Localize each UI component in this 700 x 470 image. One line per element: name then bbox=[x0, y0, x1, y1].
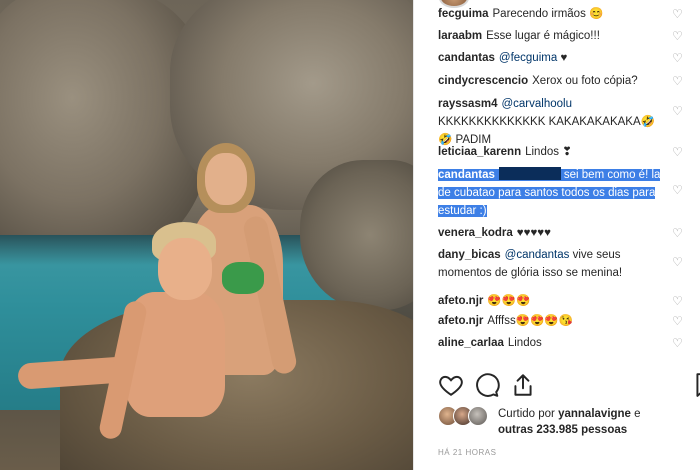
comment-bubble-icon[interactable] bbox=[474, 372, 500, 398]
comment-text: ♥ bbox=[560, 52, 568, 64]
liked-by-connector: e bbox=[634, 408, 641, 420]
comment-text: Lindos bbox=[507, 337, 542, 349]
heart-icon[interactable]: ♡ bbox=[672, 315, 684, 327]
comment-item: cindycrescencio Xerox ou foto cópia? ♡ bbox=[438, 72, 688, 95]
share-upload-icon[interactable] bbox=[510, 372, 536, 398]
heart-icon[interactable]: ♡ bbox=[672, 295, 684, 307]
comment-item: rayssasm4 @carvalhoolu KKKKKKKKKKKKKK KAK… bbox=[438, 95, 688, 146]
comment-item: afeto.njr Afffss😍😍😍😘 ♡ bbox=[438, 312, 688, 334]
comment-mention[interactable]: @candantas bbox=[505, 249, 570, 261]
comment-item: laraabm Esse lugar é mágico!!! ♡ bbox=[438, 27, 688, 49]
boy-face bbox=[158, 238, 212, 300]
comment-text: Xerox ou foto cópia? bbox=[532, 75, 638, 87]
heart-icon[interactable]: ♡ bbox=[672, 105, 684, 117]
comment-mention[interactable]: @carvalhoolu bbox=[501, 98, 572, 110]
likes-count[interactable]: outras 233.985 pessoas bbox=[498, 424, 627, 436]
comment-username[interactable]: candantas bbox=[438, 169, 495, 181]
liked-by-prefix: Curtido por bbox=[498, 408, 555, 420]
heart-icon[interactable]: ♡ bbox=[672, 337, 684, 349]
comment-username[interactable]: afeto.njr bbox=[438, 295, 483, 307]
comment-list: fecguima Parecendo irmãos 😊 ♡ laraabm Esse… bbox=[438, 8, 688, 354]
comment-username[interactable]: rayssasm4 bbox=[438, 98, 497, 110]
heart-icon[interactable]: ♡ bbox=[672, 227, 684, 239]
comment-username[interactable]: afeto.njr bbox=[438, 315, 483, 327]
heart-icon[interactable]: ♡ bbox=[672, 146, 684, 158]
likes-text: Curtido por yannalavigne e outras 233.98… bbox=[498, 406, 698, 438]
likes-summary[interactable]: Curtido por yannalavigne e outras 233.98… bbox=[438, 406, 698, 442]
comment-text: KKKKKKKKKKKKKK KAKAKAKAKAKA🤣🤣 PADIM bbox=[438, 116, 655, 146]
liker-avatars bbox=[438, 406, 498, 428]
comment-text: Lindos ❣ bbox=[525, 146, 572, 158]
woman-face bbox=[205, 153, 247, 205]
heart-icon[interactable]: ♡ bbox=[672, 52, 684, 64]
redaction-mark bbox=[498, 167, 561, 180]
heart-icon[interactable]: ♡ bbox=[672, 184, 684, 196]
comment-username[interactable]: candantas bbox=[438, 52, 495, 64]
comment-mention[interactable]: @fecguima bbox=[499, 52, 557, 64]
comment-item: afeto.njr 😍😍😍 ♡ bbox=[438, 292, 688, 312]
comment-text: Parecendo irmãos 😊 bbox=[492, 8, 604, 20]
comment-item: aline_carlaa Lindos ♡ bbox=[438, 334, 688, 354]
comment-text: Esse lugar é mágico!!! bbox=[486, 30, 600, 42]
post-actions-bar bbox=[438, 372, 700, 402]
comment-text: 😍😍😍 bbox=[487, 295, 531, 307]
comment-username[interactable]: aline_carlaa bbox=[438, 337, 504, 349]
heart-icon[interactable]: ♡ bbox=[672, 256, 684, 268]
post-timestamp: HÁ 21 HORAS bbox=[438, 448, 497, 457]
comment-username[interactable]: leticiaa_karenn bbox=[438, 146, 521, 158]
comment-item: candantas @fecguima ♥ ♡ bbox=[438, 49, 688, 72]
heart-outline-icon[interactable] bbox=[438, 372, 464, 398]
comment-username[interactable]: fecguima bbox=[438, 8, 489, 20]
comment-username[interactable]: dany_bicas bbox=[438, 249, 501, 261]
comment-item-selected: candantas sei bem como é! la de cubatao p… bbox=[438, 166, 688, 224]
heart-icon[interactable]: ♡ bbox=[672, 8, 684, 20]
comment-item: leticiaa_karenn Lindos ❣ ♡ bbox=[438, 143, 688, 166]
comment-text: ♥♥♥♥♥ bbox=[516, 227, 551, 239]
comment-item: fecguima Parecendo irmãos 😊 ♡ bbox=[438, 5, 688, 27]
comment-username[interactable]: laraabm bbox=[438, 30, 482, 42]
heart-icon[interactable]: ♡ bbox=[672, 75, 684, 87]
comment-username[interactable]: cindycrescencio bbox=[438, 75, 528, 87]
avatar bbox=[468, 406, 488, 426]
bookmark-icon[interactable] bbox=[692, 372, 700, 398]
comment-text: Afffss😍😍😍😘 bbox=[487, 315, 573, 327]
comments-panel: fecguima Parecendo irmãos 😊 ♡ laraabm Esse… bbox=[413, 0, 700, 470]
post-photo[interactable] bbox=[0, 0, 413, 470]
liked-by-user[interactable]: yannalavigne bbox=[558, 408, 631, 420]
comment-item: dany_bicas @candantas vive seus momentos … bbox=[438, 246, 688, 292]
heart-icon[interactable]: ♡ bbox=[672, 30, 684, 42]
green-bikini bbox=[222, 262, 264, 294]
comment-username[interactable]: venera_kodra bbox=[438, 227, 513, 239]
comment-item: venera_kodra ♥♥♥♥♥ ♡ bbox=[438, 224, 688, 246]
